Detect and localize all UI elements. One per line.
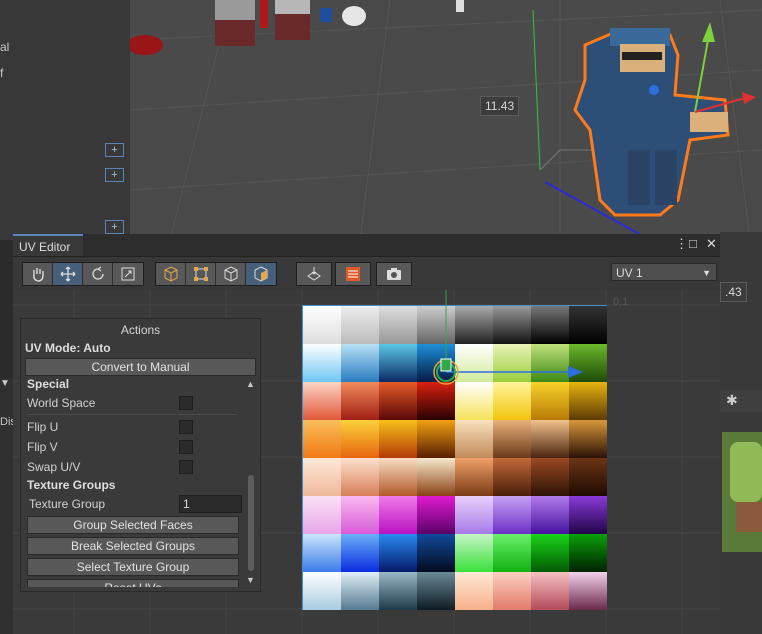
- move-tool-button[interactable]: [53, 263, 83, 285]
- edge-icon: [224, 266, 237, 282]
- scale-icon: [121, 267, 135, 281]
- bucket-prop: [342, 6, 366, 26]
- add-button[interactable]: +: [105, 168, 124, 182]
- uv-render-button[interactable]: [296, 262, 332, 286]
- reset-uvs-button[interactable]: Reset UVs: [27, 579, 239, 587]
- left-edge: ▼ Dis: [0, 378, 16, 634]
- texture-group-field[interactable]: 1: [179, 495, 242, 513]
- vertex-icon: [193, 267, 208, 281]
- swap-uv-label: Swap U/V: [27, 460, 81, 474]
- add-button[interactable]: +: [105, 220, 124, 234]
- panel-text-fragment: f: [0, 66, 4, 80]
- break-selected-groups-button[interactable]: Break Selected Groups: [27, 537, 239, 555]
- bug-icon[interactable]: ✱: [726, 392, 738, 409]
- red-object: [130, 35, 163, 55]
- vertex-select-button[interactable]: [186, 263, 216, 285]
- uv-mode-label: UV Mode: Auto: [25, 341, 111, 355]
- scale-tool-button[interactable]: [113, 263, 143, 285]
- selection-modes: [155, 262, 277, 286]
- actions-scroll-area: Special World Space Flip U Flip V Swap U…: [21, 377, 260, 587]
- scroll-up-icon[interactable]: ▲: [246, 379, 255, 389]
- world-space-checkbox[interactable]: [179, 396, 193, 410]
- sliders-icon: [346, 267, 360, 281]
- preview-thumbnail: [722, 432, 762, 552]
- uv-channel-dropdown[interactable]: UV 1 ▼: [611, 263, 717, 281]
- distance-label: .43: [720, 282, 747, 302]
- inspector-strip: .43 ✱: [720, 232, 762, 634]
- uv-snapshot-icon: [307, 267, 321, 281]
- texture-group-label: Texture Group: [29, 497, 106, 511]
- menu-icon[interactable]: ⋮: [675, 236, 688, 252]
- hand-tool-button[interactable]: [23, 263, 53, 285]
- scrollbar-thumb[interactable]: [248, 475, 254, 571]
- object-select-button[interactable]: [156, 263, 186, 285]
- rotate-icon: [91, 266, 104, 280]
- move-icon: [60, 266, 75, 282]
- collapse-icon[interactable]: ▼: [0, 378, 10, 389]
- convert-to-manual-button[interactable]: Convert to Manual: [25, 358, 256, 376]
- cube-object-icon: [164, 266, 177, 282]
- tab-uv-editor[interactable]: UV Editor: [13, 234, 83, 256]
- actions-panel: Actions UV Mode: Auto Convert to Manual …: [20, 318, 261, 592]
- edge-select-button[interactable]: [216, 263, 246, 285]
- world-space-label: World Space: [27, 396, 96, 410]
- rotate-tool-button[interactable]: [83, 263, 113, 285]
- hand-icon: [32, 268, 44, 282]
- actions-title: Actions: [120, 323, 161, 337]
- chevron-down-icon: ▼: [702, 268, 711, 278]
- face-select-button[interactable]: [246, 263, 276, 285]
- uv-settings-button[interactable]: [335, 262, 371, 286]
- uv-editor-window: UV Editor ⋮ □ ✕ UV 1 ▼ 0,1 Actions UV Mo…: [13, 234, 720, 634]
- actions-scrollbar[interactable]: ▲ ▼: [246, 379, 256, 587]
- flip-v-label: Flip V: [27, 440, 58, 454]
- debug-bar: ✱: [720, 390, 762, 412]
- distance-label: 11.43: [480, 96, 520, 116]
- select-texture-group-button[interactable]: Select Texture Group: [27, 558, 239, 576]
- close-icon[interactable]: ✕: [706, 236, 717, 252]
- bin-prop: [320, 8, 332, 22]
- add-button[interactable]: +: [105, 143, 124, 157]
- uv-channel-value: UV 1: [616, 266, 643, 280]
- face-icon: [254, 266, 268, 282]
- flip-v-checkbox[interactable]: [179, 440, 193, 454]
- bench-prop: [215, 0, 310, 46]
- scene-grid: [130, 0, 762, 240]
- hierarchy-panel: al f + + +: [0, 0, 130, 240]
- transform-tools: [22, 262, 144, 286]
- flip-u-label: Flip U: [27, 420, 59, 434]
- special-heading: Special: [27, 377, 70, 391]
- scroll-down-icon[interactable]: ▼: [246, 575, 255, 585]
- camera-icon: [387, 268, 401, 280]
- flip-u-checkbox[interactable]: [179, 420, 193, 434]
- scene-view[interactable]: 11.43: [130, 0, 762, 240]
- tab-bar: UV Editor ⋮ □ ✕: [13, 234, 720, 257]
- screenshot-button[interactable]: [376, 262, 412, 286]
- group-selected-faces-button[interactable]: Group Selected Faces: [27, 516, 239, 534]
- divider: [27, 414, 237, 415]
- texture-groups-heading: Texture Groups: [27, 478, 116, 492]
- panel-text-fragment: al: [0, 40, 10, 54]
- maximize-icon[interactable]: □: [689, 236, 697, 251]
- swap-uv-checkbox[interactable]: [179, 460, 193, 474]
